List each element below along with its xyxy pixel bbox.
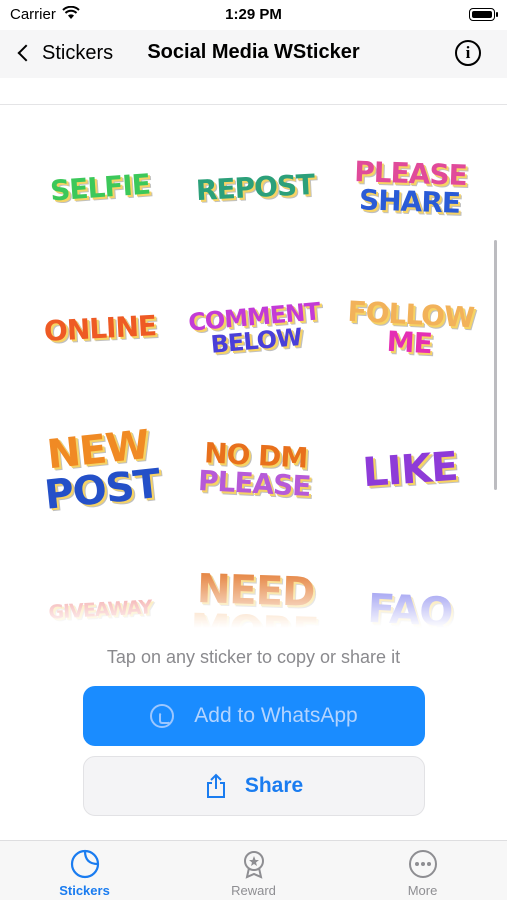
share-label: Share [244,774,304,797]
sticker-item[interactable]: REPOST [177,120,334,259]
sticker-item[interactable]: NO DM PLEASE [177,398,334,541]
scrollbar[interactable] [494,240,497,490]
tab-more[interactable]: More [338,841,507,900]
add-to-whatsapp-button[interactable]: Add to WhatsApp [83,686,425,746]
sticker-text: PLEASE [197,463,312,503]
sticker-text: LIKE [361,443,459,496]
reward-icon [243,851,264,879]
sticker-item[interactable]: NEW POST [25,395,182,545]
tab-more-label: More [407,883,438,898]
sticker-item[interactable]: LIKE [330,397,485,542]
share-icon [206,773,225,798]
grid-fade [0,560,507,640]
sticker-item[interactable]: ONLINE [25,257,178,400]
status-time: 1:29 PM [225,6,282,23]
status-bar: Carrier 1:29 PM [0,0,507,30]
info-icon[interactable]: i [455,40,481,66]
battery-icon [469,8,498,21]
add-to-whatsapp-label: Add to WhatsApp [194,704,358,727]
sticker-text: ONLINE [43,308,157,348]
tab-stickers-label: Stickers [59,883,110,898]
tab-stickers[interactable]: Stickers [0,841,169,900]
sticker-text: BELOW [209,322,303,359]
sticker-item[interactable]: FOLLOW ME [332,257,485,400]
hint-text: Tap on any sticker to copy or share it [106,647,401,667]
tab-reward-label: Reward [231,883,276,898]
sticker-text: SELFIE [49,167,151,207]
sticker-item[interactable]: SELFIE [25,120,180,260]
sticker-item[interactable]: PLEASE SHARE [333,120,485,258]
tab-bar: Stickers Reward More [0,840,507,900]
stickers-icon [70,849,99,879]
sticker-text: SHARE [358,182,461,220]
page-title: Social Media WSticker [147,41,360,63]
divider [0,104,507,105]
share-button[interactable]: Share [83,756,425,816]
tab-reward[interactable]: Reward [169,841,338,900]
navigation-bar: Stickers Social Media WSticker i [0,30,507,78]
sticker-text: POST [42,460,162,519]
sticker-item[interactable]: COMMENT BELOW [174,255,335,403]
more-icon [408,850,437,878]
sticker-text: ME [385,324,433,360]
sticker-grid: SELFIE REPOST PLEASE SHARE ONLINE COMMENT BELO… [25,120,485,635]
sticker-text: REPOST [195,167,315,207]
whatsapp-icon [150,704,175,728]
